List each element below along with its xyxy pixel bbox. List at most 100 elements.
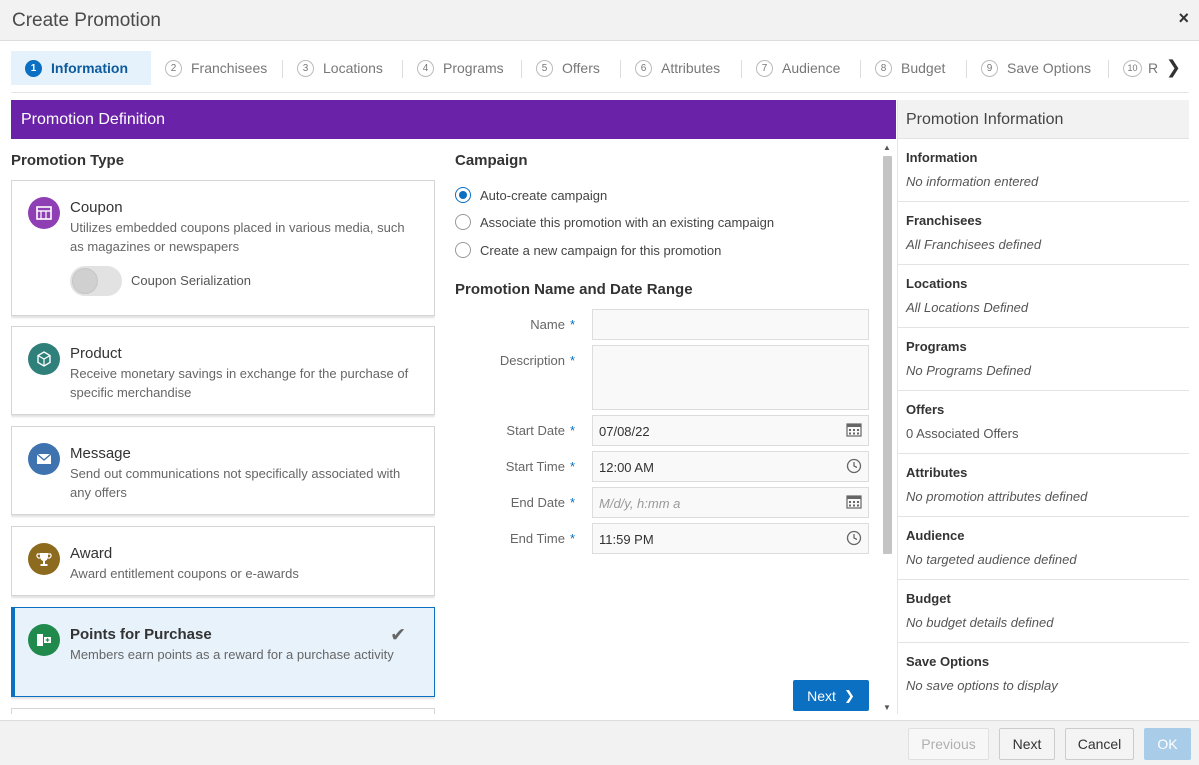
radio-button[interactable]	[455, 214, 471, 230]
info-section-title: Budget	[906, 591, 951, 606]
info-section-value: No targeted audience defined	[906, 552, 1077, 567]
info-section-title: Audience	[906, 528, 965, 543]
step-budget[interactable]: 8 Budget	[875, 51, 945, 85]
step-information[interactable]: 1 Information	[11, 51, 151, 85]
cube-icon	[28, 343, 60, 375]
step-locations[interactable]: 3 Locations	[297, 51, 383, 85]
step-number: 8	[875, 59, 892, 77]
start-date-input[interactable]: 07/08/22	[592, 415, 869, 446]
start-time-label: Start Time *	[455, 459, 575, 474]
required-marker: *	[569, 353, 575, 368]
description-label: Description *	[455, 353, 575, 368]
previous-button[interactable]: Previous	[908, 728, 989, 760]
card-title: Award	[70, 545, 113, 562]
label-text: End Date	[510, 495, 565, 510]
ok-button[interactable]: OK	[1144, 728, 1191, 760]
footer-next-button[interactable]: Next	[999, 728, 1055, 760]
step-programs[interactable]: 4 Programs	[417, 51, 504, 85]
info-section-save-options: Save Options No save options to display	[898, 643, 1189, 706]
name-input[interactable]	[592, 309, 869, 340]
name-label: Name *	[455, 317, 575, 332]
info-section-value: No information entered	[906, 174, 1039, 189]
envelope-icon	[28, 443, 60, 475]
dialog-titlebar: Create Promotion ×	[0, 0, 1199, 41]
clock-icon[interactable]	[846, 458, 862, 477]
description-textarea[interactable]	[592, 345, 869, 410]
chevron-right-icon[interactable]: ❯	[1166, 57, 1181, 78]
points-purchase-icon	[28, 624, 60, 656]
info-section-value: No budget details defined	[906, 615, 1054, 630]
step-offers[interactable]: 5 Offers	[536, 51, 600, 85]
card-description: Members earn points as a reward for a pu…	[70, 647, 394, 662]
clock-icon[interactable]	[846, 530, 862, 549]
calendar-icon[interactable]	[846, 422, 862, 440]
campaign-and-details: Campaign Auto-create campaign Associate …	[455, 139, 875, 714]
toggle-knob	[72, 268, 98, 294]
scroll-thumb[interactable]	[883, 156, 892, 554]
required-marker: *	[569, 317, 575, 332]
promotion-type-card-product[interactable]: Product Receive monetary savings in exch…	[11, 326, 435, 415]
card-description: Utilizes embedded coupons placed in vari…	[70, 220, 405, 254]
dialog-title: Create Promotion	[12, 10, 161, 31]
radio-button[interactable]	[455, 242, 471, 258]
info-section-title: Offers	[906, 402, 945, 417]
step-review[interactable]: 10 R	[1123, 51, 1158, 85]
promotion-type-card-points-for-purchase[interactable]: Points for Purchase Members earn points …	[11, 607, 435, 697]
name-date-heading: Promotion Name and Date Range	[455, 281, 693, 298]
step-divider	[966, 60, 967, 78]
info-section-information: Information No information entered	[898, 139, 1189, 202]
info-section-title: Save Options	[906, 654, 990, 669]
info-section-value: No save options to display	[906, 678, 1058, 693]
radio-label: Create a new campaign for this promotion	[480, 242, 722, 258]
coupon-serialization-toggle[interactable]	[70, 266, 122, 296]
step-number: 9	[981, 59, 998, 77]
promotion-type-card-message[interactable]: Message Send out communications not spec…	[11, 426, 435, 515]
info-section-budget: Budget No budget details defined	[898, 580, 1189, 643]
info-section-title: Locations	[906, 276, 968, 291]
step-label: Programs	[443, 60, 504, 76]
calendar-icon[interactable]	[846, 494, 862, 512]
promotion-type-heading: Promotion Type	[11, 152, 125, 169]
info-section-title: Information	[906, 150, 978, 165]
cancel-button[interactable]: Cancel	[1065, 728, 1134, 760]
trophy-icon	[28, 543, 60, 575]
promotion-definition-header: Promotion Definition	[11, 100, 896, 139]
campaign-heading: Campaign	[455, 152, 528, 169]
promotion-type-card-coupon[interactable]: Coupon Utilizes embedded coupons placed …	[11, 180, 435, 316]
vertical-scrollbar[interactable]: ▲ ▼	[880, 141, 894, 714]
start-date-label: Start Date *	[455, 423, 575, 438]
info-section-attributes: Attributes No promotion attributes defin…	[898, 454, 1189, 517]
step-number: 7	[756, 59, 773, 77]
field-value: 07/08/22	[599, 424, 650, 439]
info-section-value: No Programs Defined	[906, 363, 1031, 378]
promotion-type-card-partial[interactable]	[11, 708, 435, 714]
scroll-up-icon[interactable]: ▲	[883, 143, 891, 152]
start-time-input[interactable]: 12:00 AM	[592, 451, 869, 482]
required-marker: *	[569, 423, 575, 438]
end-time-input[interactable]: 11:59 PM	[592, 523, 869, 554]
step-number: 5	[536, 59, 553, 77]
radio-auto-create-campaign[interactable]: Auto-create campaign	[455, 187, 607, 203]
step-save-options[interactable]: 9 Save Options	[981, 51, 1091, 85]
promotion-type-card-award[interactable]: Award Award entitlement coupons or e-awa…	[11, 526, 435, 596]
step-attributes[interactable]: 6 Attributes	[635, 51, 720, 85]
radio-button[interactable]	[455, 187, 471, 203]
step-label: Attributes	[661, 60, 721, 76]
step-number: 4	[417, 59, 434, 77]
step-label: Franchisees	[191, 60, 268, 76]
step-franchisees[interactable]: 2 Franchisees	[165, 51, 267, 85]
scroll-down-icon[interactable]: ▼	[883, 703, 891, 712]
step-divider	[860, 60, 861, 78]
step-audience[interactable]: 7 Audience	[756, 51, 840, 85]
radio-associate-existing-campaign[interactable]: Associate this promotion with an existin…	[455, 214, 774, 230]
field-value: 12:00 AM	[599, 460, 654, 475]
radio-create-new-campaign[interactable]: Create a new campaign for this promotion	[455, 242, 721, 258]
end-date-input[interactable]: M/d/y, h:mm a	[592, 487, 869, 518]
info-section-value: All Locations Defined	[906, 300, 1029, 315]
close-icon[interactable]: ×	[1178, 8, 1189, 29]
dialog-footer: Previous Next Cancel OK	[0, 720, 1199, 765]
info-section-programs: Programs No Programs Defined	[898, 328, 1189, 391]
card-title: Points for Purchase	[70, 626, 212, 643]
step-number: 3	[297, 59, 314, 77]
next-button[interactable]: Next ❯	[793, 680, 869, 711]
